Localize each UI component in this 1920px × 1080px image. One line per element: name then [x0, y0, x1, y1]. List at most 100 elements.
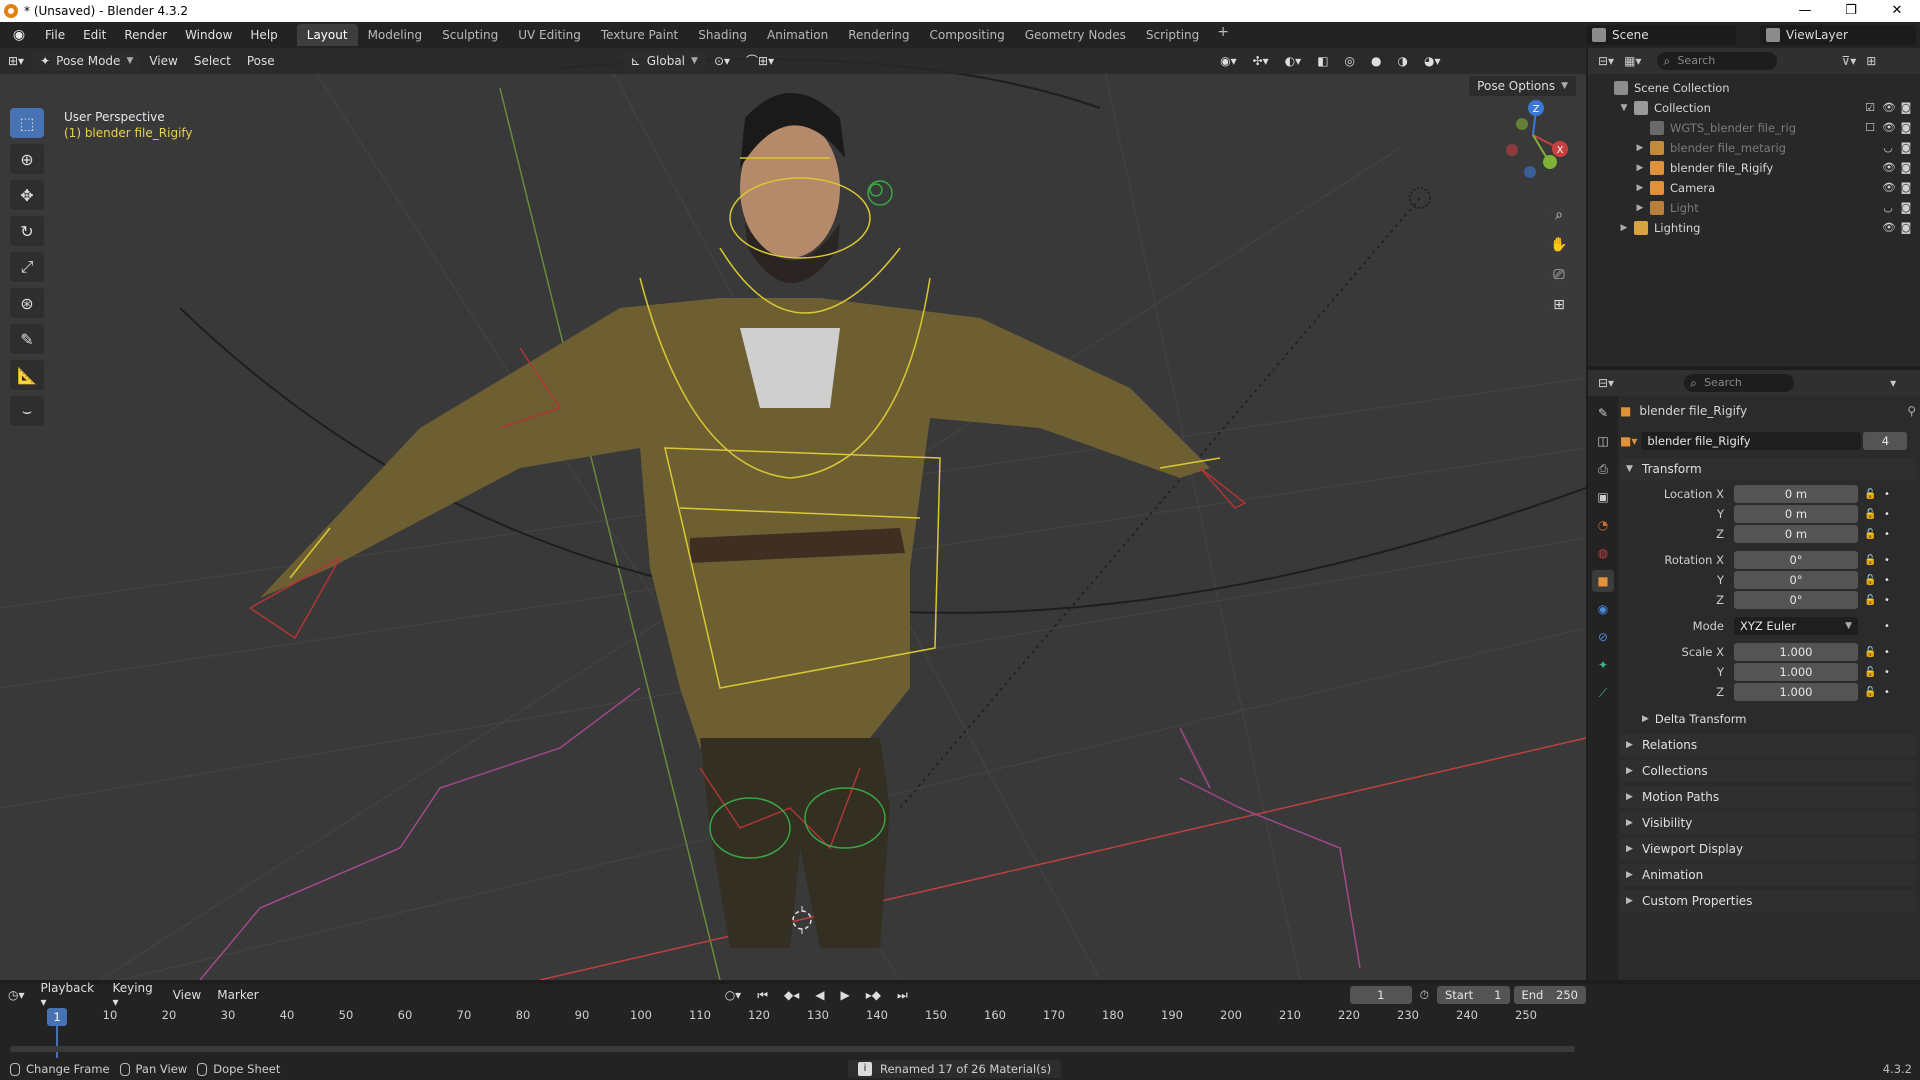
viewport-menu-view[interactable]: View [141, 50, 185, 72]
camera-render-icon[interactable]: ◙ [1900, 222, 1912, 234]
chevron-right-icon[interactable]: ▶ [1618, 223, 1630, 233]
lock-icon[interactable]: 🔓 [1864, 595, 1878, 606]
camera-render-icon[interactable]: ◙ [1900, 162, 1912, 174]
gizmo-toggle-icon[interactable]: ✣▾ [1245, 50, 1277, 72]
bone-tab-icon[interactable]: ⟋ [1592, 682, 1614, 704]
physics-tab-icon[interactable]: ◉ [1592, 598, 1614, 620]
user-count[interactable]: 4 [1863, 432, 1908, 450]
properties-search-input[interactable]: Search [1684, 374, 1795, 392]
collections-section[interactable]: ▶ Collections [1620, 760, 1916, 782]
keyframe-dot-icon[interactable]: • [1884, 595, 1894, 606]
pan-hand-icon[interactable]: ✋ [1546, 232, 1572, 258]
gizmo-y-icon[interactable] [1543, 155, 1557, 169]
outliner-row-metarig[interactable]: ▶ blender file_metarig ◡ ◙ [1588, 138, 1920, 158]
rotation-x-field[interactable]: 0° [1734, 551, 1858, 569]
keying-menu[interactable]: Keying ▾ [104, 981, 164, 1009]
lock-icon[interactable]: 🔓 [1864, 575, 1878, 586]
tab-geometry-nodes[interactable]: Geometry Nodes [1015, 24, 1136, 46]
timeline-view-menu[interactable]: View [165, 988, 209, 1002]
scale-x-field[interactable]: 1.000 [1734, 643, 1858, 661]
scene-selector[interactable]: Scene [1586, 25, 1736, 45]
filter-icon[interactable]: ⊽▾ [1841, 54, 1856, 68]
location-y-field[interactable]: 0 m [1734, 505, 1858, 523]
checkbox-icon[interactable]: ☐ [1864, 122, 1876, 134]
object-tab-icon[interactable]: ■ [1592, 570, 1614, 592]
keyframe-dot-icon[interactable]: • [1884, 647, 1894, 658]
blender-menu-icon[interactable]: ◉ [8, 27, 30, 43]
camera-render-icon[interactable]: ◙ [1900, 102, 1912, 114]
jump-start-icon[interactable]: ⏮ [749, 988, 776, 1003]
rotation-y-field[interactable]: 0° [1734, 571, 1858, 589]
bone-curve-icon[interactable]: ⌣ [10, 396, 44, 426]
tool-tab-icon[interactable]: ✎ [1592, 402, 1614, 424]
gizmo-neg-z-icon[interactable] [1524, 166, 1536, 178]
outliner-row-lighting[interactable]: ▶ Lighting 👁 ◙ [1588, 218, 1920, 238]
cursor-icon[interactable]: ⊕ [10, 144, 44, 174]
outliner-row-light[interactable]: ▶ Light ◡ ◙ [1588, 198, 1920, 218]
lock-icon[interactable]: 🔓 [1864, 489, 1878, 500]
end-frame-field[interactable]: End 250 [1513, 986, 1586, 1004]
eye-icon[interactable]: 👁 [1882, 182, 1896, 194]
keyframe-dot-icon[interactable]: • [1884, 529, 1894, 540]
chevron-right-icon[interactable]: ▶ [1634, 143, 1646, 153]
transform-orientation-selector[interactable]: ⊾ Global ▼ [622, 51, 706, 71]
camera-render-icon[interactable]: ◙ [1900, 142, 1912, 154]
keyframe-dot-icon[interactable]: • [1884, 489, 1894, 500]
render-tab-icon[interactable]: ◫ [1592, 430, 1614, 452]
new-collection-icon[interactable]: ⊞ [1866, 54, 1876, 68]
rotation-z-field[interactable]: 0° [1734, 591, 1858, 609]
output-tab-icon[interactable]: ⎙ [1592, 458, 1614, 480]
use-preview-range-icon[interactable]: ⏱ [1412, 988, 1437, 1003]
viewport-menu-pose[interactable]: Pose [239, 50, 283, 72]
custom-properties-section[interactable]: ▶ Custom Properties [1620, 890, 1916, 912]
menu-edit[interactable]: Edit [74, 22, 115, 48]
tab-sculpting[interactable]: Sculpting [432, 24, 508, 46]
frame-ruler[interactable]: 1 10 20 30 40 50 60 70 80 90 100 110 120… [10, 1008, 1580, 1066]
delta-transform-subpanel[interactable]: ▶ Delta Transform [1620, 708, 1916, 730]
lock-icon[interactable]: 🔓 [1864, 555, 1878, 566]
next-keyframe-icon[interactable]: ▸◆ [858, 988, 889, 1002]
viewport-menu-select[interactable]: Select [186, 50, 239, 72]
timeline-editor[interactable]: ◷▾ Playback ▾ Keying ▾ View Marker ○▾ ⏮ … [0, 981, 1920, 1068]
outliner-editor-icon[interactable]: ⊟▾ [1598, 54, 1614, 68]
eye-closed-icon[interactable]: ◡ [1882, 202, 1894, 214]
checkbox-icon[interactable]: ☑ [1864, 102, 1876, 114]
keyframe-dot-icon[interactable]: • [1884, 667, 1894, 678]
transform-icon[interactable]: ⊛ [10, 288, 44, 318]
select-box-icon[interactable]: ⬚ [10, 108, 44, 138]
pin-icon[interactable]: ⚲ [1907, 404, 1916, 418]
location-x-field[interactable]: 0 m [1734, 485, 1858, 503]
visibility-icon[interactable]: ◉▾ [1212, 50, 1245, 72]
annotate-icon[interactable]: ✎ [10, 324, 44, 354]
datablock-name-field[interactable]: blender file_Rigify [1641, 432, 1862, 450]
keyframe-dot-icon[interactable]: • [1884, 687, 1894, 698]
eye-closed-icon[interactable]: ◡ [1882, 142, 1894, 154]
constraints-tab-icon[interactable]: ⊘ [1592, 626, 1614, 648]
camera-render-icon[interactable]: ◙ [1900, 122, 1912, 134]
outliner-row-scene-collection[interactable]: Scene Collection [1588, 78, 1920, 98]
outliner-row-rigify[interactable]: ▶ blender file_Rigify 👁 ◙ [1588, 158, 1920, 178]
armature-data-tab-icon[interactable]: ✦ [1592, 654, 1614, 676]
scale-y-field[interactable]: 1.000 [1734, 663, 1858, 681]
gizmo-neg-y-icon[interactable] [1516, 118, 1528, 130]
wireframe-shading-icon[interactable]: ◎ [1337, 50, 1363, 72]
chevron-down-icon[interactable]: ▼ [1618, 103, 1630, 113]
rotation-mode-select[interactable]: XYZ Euler ▼ [1734, 617, 1858, 635]
perspective-toggle-icon[interactable]: ⊞ [1546, 292, 1572, 318]
menu-file[interactable]: File [36, 22, 74, 48]
camera-view-icon[interactable]: ⎚ [1546, 262, 1572, 288]
scale-z-field[interactable]: 1.000 [1734, 683, 1858, 701]
pivot-point-icon[interactable]: ⊙▾ [706, 50, 738, 72]
measure-icon[interactable]: 📐 [10, 360, 44, 390]
move-icon[interactable]: ✥ [10, 180, 44, 210]
start-frame-field[interactable]: Start 1 [1437, 986, 1510, 1004]
xray-toggle-icon[interactable]: ◧ [1309, 50, 1336, 72]
eye-icon[interactable]: 👁 [1882, 102, 1896, 114]
keyframe-dot-icon[interactable]: • [1884, 555, 1894, 566]
outliner-row-wgts[interactable]: WGTS_blender file_rig ☐ 👁 ◙ [1588, 118, 1920, 138]
camera-render-icon[interactable]: ◙ [1900, 182, 1912, 194]
scale-icon[interactable]: ⤢ [10, 252, 44, 282]
menu-window[interactable]: Window [176, 22, 241, 48]
tab-scripting[interactable]: Scripting [1136, 24, 1209, 46]
tab-modeling[interactable]: Modeling [358, 24, 433, 46]
